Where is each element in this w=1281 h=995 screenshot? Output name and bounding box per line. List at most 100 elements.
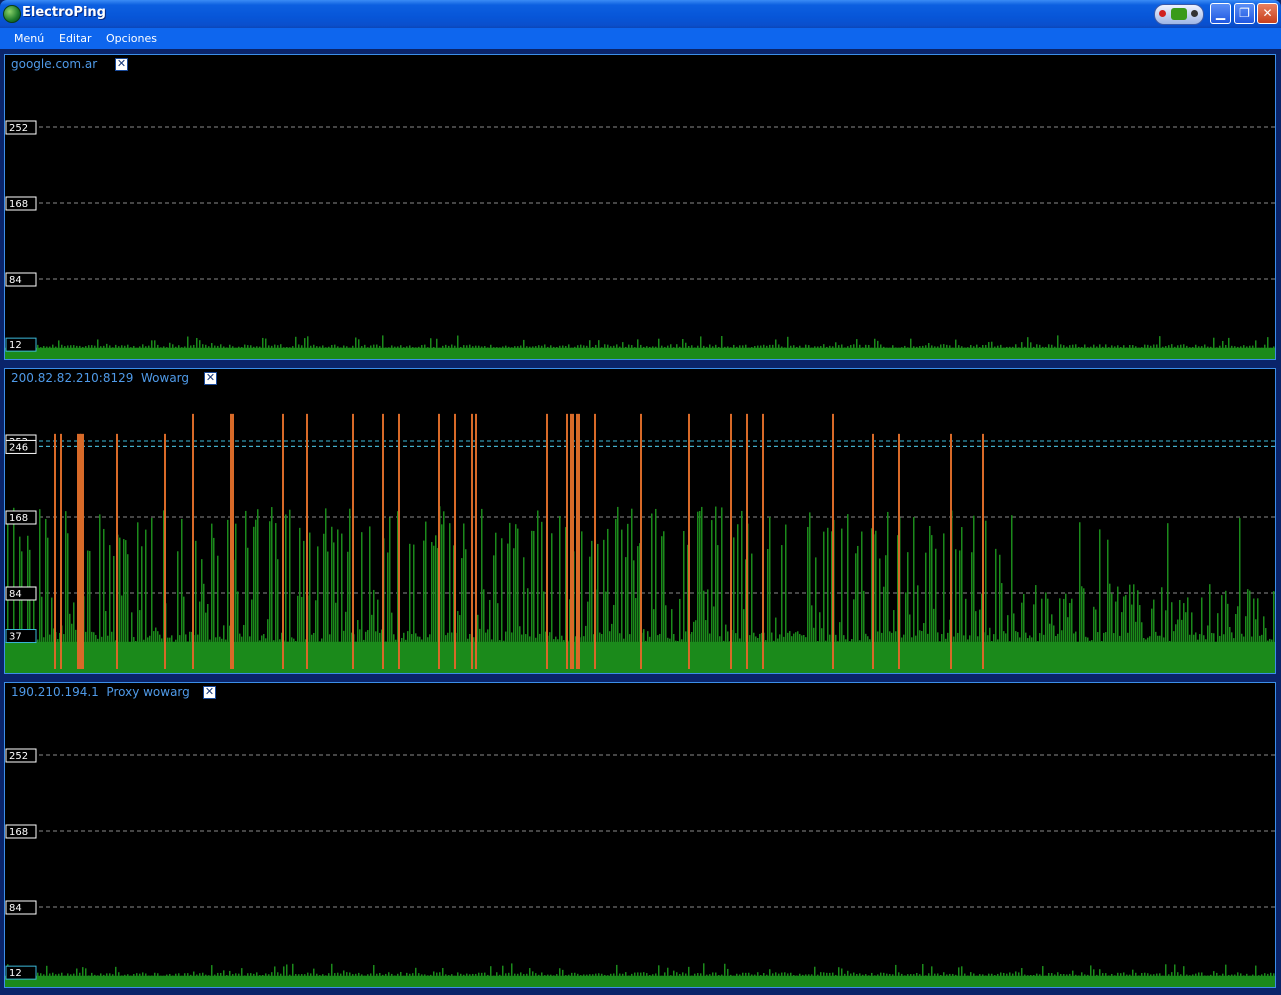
ping-bar xyxy=(733,537,735,669)
ping-bar xyxy=(543,591,545,669)
ping-bar xyxy=(712,346,714,355)
ping-bar xyxy=(643,629,645,669)
ping-bar xyxy=(707,589,709,669)
ping-bar xyxy=(933,608,935,669)
ping-bar xyxy=(203,583,205,669)
menu-item-opciones[interactable]: Opciones xyxy=(106,32,157,45)
ping-bar xyxy=(856,339,858,355)
ping-bar xyxy=(232,346,234,355)
ping-bar xyxy=(283,347,285,355)
ping-bar xyxy=(555,636,557,669)
ping-bar xyxy=(1069,345,1071,355)
close-button[interactable]: ✕ xyxy=(1257,3,1278,24)
ping-bar xyxy=(370,973,372,983)
menu-item-menu[interactable]: Menú xyxy=(14,32,44,45)
ping-bar xyxy=(787,632,789,669)
ping-bar xyxy=(553,346,555,355)
ping-bar xyxy=(785,524,787,669)
ping-bar xyxy=(466,345,468,355)
ping-bar xyxy=(1063,598,1065,669)
ping-bar xyxy=(1267,973,1269,983)
ping-bar xyxy=(889,631,891,669)
ping-bar xyxy=(119,537,121,669)
ping-bar xyxy=(439,347,441,355)
ping-bar xyxy=(418,346,420,355)
menu-item-editar[interactable]: Editar xyxy=(59,32,92,45)
ping-bar xyxy=(1171,972,1173,983)
panel-host-title: 190.210.194.1 Proxy wowarg xyxy=(11,685,190,699)
ping-bar xyxy=(238,346,240,355)
restore-button[interactable]: ❐ xyxy=(1234,3,1255,24)
ping-bar xyxy=(829,972,831,983)
ping-bar xyxy=(87,550,89,669)
ping-bar xyxy=(853,344,855,355)
ping-bar xyxy=(394,975,396,983)
timeout-spike xyxy=(570,413,574,669)
ping-bar xyxy=(1241,633,1243,669)
ping-bar xyxy=(885,555,887,669)
ping-bar xyxy=(313,632,315,669)
ping-bar xyxy=(473,637,475,669)
ping-bar xyxy=(484,972,486,983)
ping-bar xyxy=(333,542,335,669)
ping-bar xyxy=(226,975,228,983)
ping-bar xyxy=(628,344,630,355)
ping-bar xyxy=(1153,974,1155,983)
panel-close-icon[interactable]: ✕ xyxy=(203,686,216,699)
ping-bar xyxy=(19,536,21,669)
ping-bar xyxy=(382,974,384,983)
ping-bar xyxy=(247,973,249,983)
ping-bar xyxy=(604,344,606,355)
ping-bar xyxy=(598,973,600,983)
ping-bar xyxy=(597,543,599,669)
ping-bar xyxy=(921,631,923,669)
ping-bar xyxy=(952,347,954,355)
ping-bar xyxy=(115,344,117,355)
panel-close-icon[interactable]: ✕ xyxy=(115,58,128,71)
ping-bar xyxy=(181,975,183,983)
app-globe-icon[interactable] xyxy=(3,5,21,23)
ping-bar xyxy=(463,345,465,355)
ping-bar xyxy=(193,971,195,983)
ping-bar xyxy=(839,622,841,669)
panel-close-icon[interactable]: ✕ xyxy=(204,372,217,385)
ping-bar xyxy=(541,521,543,669)
ping-bar xyxy=(547,974,549,983)
ping-bar xyxy=(309,532,311,669)
ping-bar xyxy=(49,346,51,355)
ping-bar xyxy=(697,345,699,355)
ping-bar xyxy=(952,973,954,983)
ping-bar xyxy=(88,975,90,983)
ping-bar xyxy=(412,973,414,983)
ping-bar xyxy=(76,968,78,983)
ping-bar xyxy=(52,344,54,355)
ping-bar xyxy=(27,535,29,669)
ping-bar xyxy=(223,346,225,355)
ping-bar xyxy=(244,344,246,355)
ping-bar xyxy=(829,634,831,669)
ping-bar xyxy=(1126,347,1128,355)
ping-bar xyxy=(795,632,797,669)
ping-bar xyxy=(580,344,582,355)
ping-bar xyxy=(166,347,168,355)
ping-bar xyxy=(196,337,198,355)
ping-bar xyxy=(1007,615,1009,669)
ping-bar xyxy=(301,596,303,669)
ping-bar xyxy=(367,630,369,669)
ping-bar xyxy=(1213,337,1215,355)
ping-bar xyxy=(961,966,963,983)
ping-bar xyxy=(949,973,951,983)
timeout-spike xyxy=(475,413,477,669)
ping-bar xyxy=(1097,632,1099,669)
ping-bar xyxy=(1043,634,1045,669)
tray-widget-icon[interactable] xyxy=(1154,4,1204,25)
ping-bar xyxy=(1167,523,1169,669)
minimize-button[interactable]: ▁ xyxy=(1210,3,1231,24)
ping-bar xyxy=(433,545,435,669)
ping-bar xyxy=(1189,347,1191,355)
ping-bar xyxy=(502,965,504,983)
ping-bar xyxy=(331,344,333,355)
ping-bar xyxy=(775,339,777,355)
ping-bar xyxy=(82,967,84,983)
ping-bar xyxy=(1165,346,1167,355)
